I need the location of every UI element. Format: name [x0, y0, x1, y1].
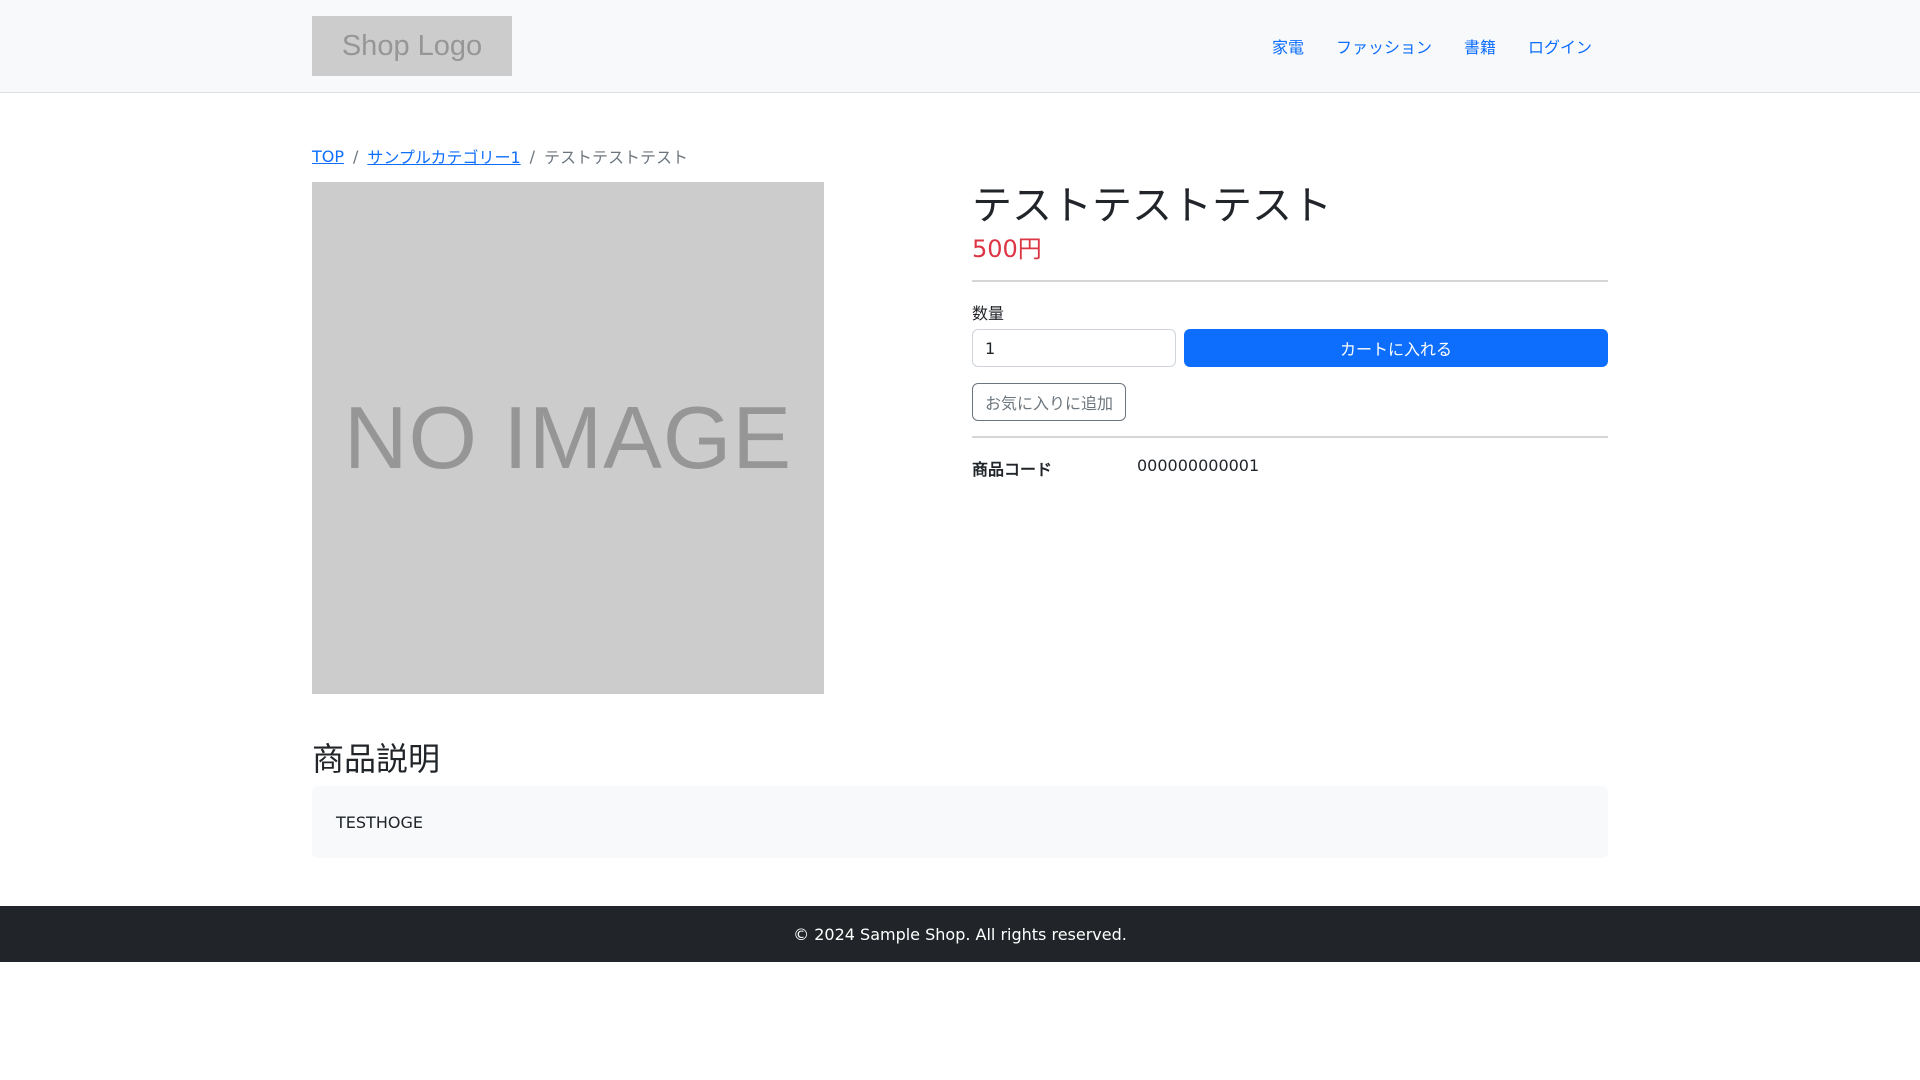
navbar: Shop Logo 家電 ファッション 書籍 ログイン [0, 0, 1920, 93]
description-text: TESTHOGE [336, 812, 423, 832]
breadcrumb-separator: / [353, 146, 359, 166]
nav-link-electronics[interactable]: 家電 [1272, 34, 1304, 58]
divider [972, 436, 1608, 439]
nav-link-books[interactable]: 書籍 [1464, 34, 1496, 58]
breadcrumb-current: テストテストテスト [544, 148, 689, 167]
shop-logo[interactable]: Shop Logo [312, 16, 512, 76]
divider [972, 280, 1608, 283]
navbar-inner: Shop Logo 家電 ファッション 書籍 ログイン [312, 0, 1608, 92]
quantity-label: 数量 [972, 304, 1005, 324]
description-heading: 商品説明 [312, 740, 441, 778]
main-content: TOP / サンプルカテゴリー1 / テストテストテスト NO IMAGE テス… [312, 144, 1608, 859]
product-info: テストテストテスト 500円 数量 カートに入れる お気に入りに追加 商品コード… [972, 182, 1608, 694]
quantity-row: カートに入れる [972, 329, 1608, 368]
breadcrumb-top-link[interactable]: TOP [312, 147, 344, 166]
spec-row-product-code: 商品コード 000000000001 [972, 456, 1608, 480]
footer-copyright: © 2024 Sample Shop. All rights reserved. [793, 924, 1127, 944]
product-section: NO IMAGE テストテストテスト 500円 数量 カートに入れる お気に入り… [312, 182, 1608, 694]
product-price: 500円 [972, 235, 1042, 263]
footer: © 2024 Sample Shop. All rights reserved. [0, 906, 1920, 963]
product-code-label: 商品コード [972, 460, 1053, 480]
breadcrumb-category-link[interactable]: サンプルカテゴリー1 [367, 144, 520, 168]
breadcrumb-separator: / [529, 146, 536, 166]
product-title: テストテストテスト [972, 183, 1332, 229]
nav-links: 家電 ファッション 書籍 ログイン [1240, 34, 1608, 58]
product-code-value: 000000000001 [1137, 456, 1260, 476]
add-to-cart-button[interactable]: カートに入れる [1184, 329, 1608, 368]
description-box: TESTHOGE [312, 786, 1608, 859]
nav-link-fashion[interactable]: ファッション [1336, 34, 1432, 58]
breadcrumb: TOP / サンプルカテゴリー1 / テストテストテスト [312, 144, 1608, 168]
nav-link-login[interactable]: ログイン [1528, 34, 1592, 58]
add-to-favorites-button[interactable]: お気に入りに追加 [972, 383, 1127, 422]
product-image-placeholder: NO IMAGE [312, 182, 824, 694]
quantity-input[interactable] [972, 329, 1176, 368]
